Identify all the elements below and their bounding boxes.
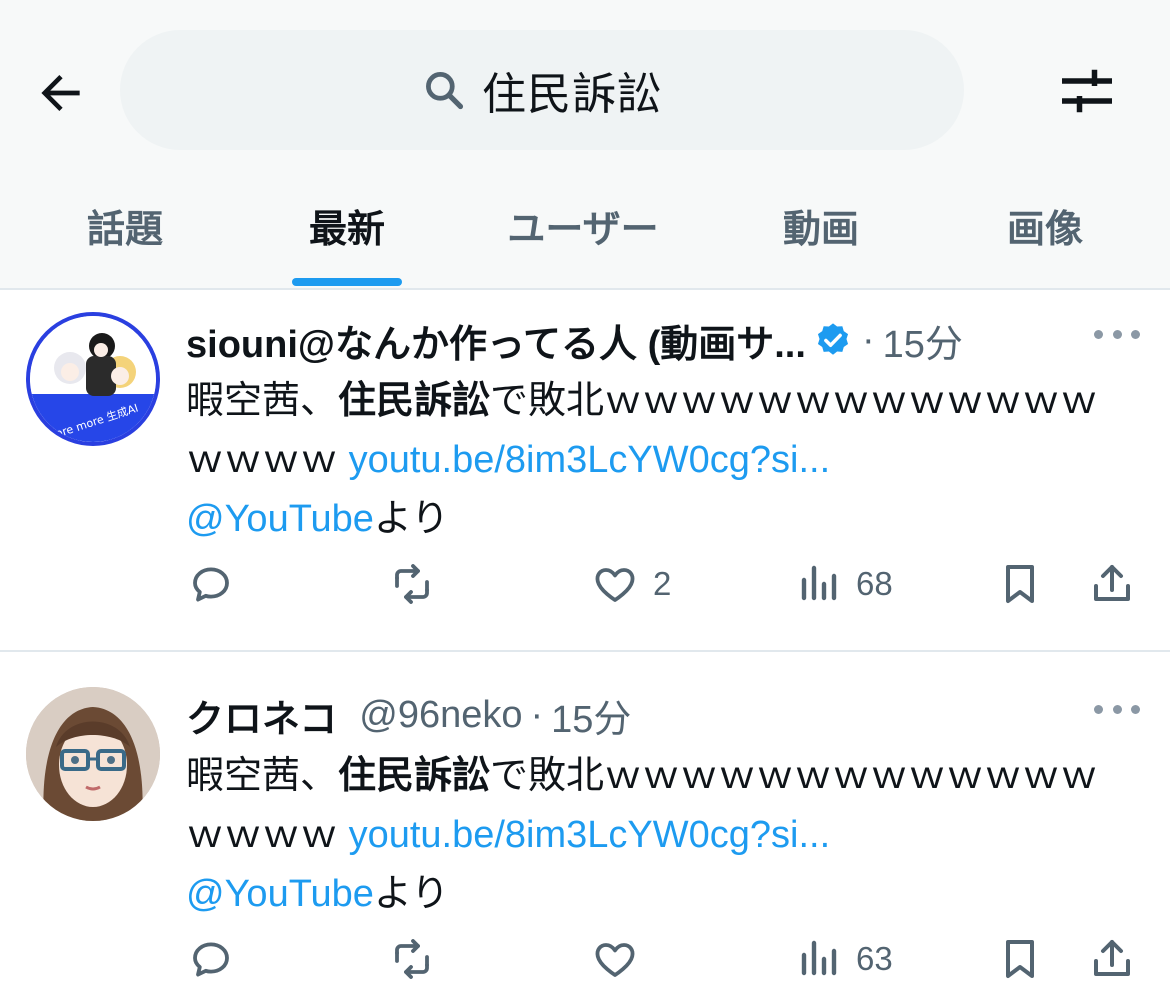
tab-users[interactable]: ユーザー <box>507 198 658 253</box>
reply-icon <box>193 942 229 977</box>
reply-button[interactable] <box>187 554 249 614</box>
bookmark-icon <box>1006 940 1034 978</box>
heart-icon <box>595 943 635 977</box>
search-icon <box>422 68 466 112</box>
share-icon <box>1094 940 1130 976</box>
tab-latest[interactable]: 最新 <box>309 198 385 253</box>
tweet-text-part: より <box>373 498 450 540</box>
tweet-text-part: より <box>373 873 450 915</box>
tweet[interactable]: more more 生成AI siouni@なんか作ってる人 (動画サ... ·… <box>0 292 1170 650</box>
more-options-icon[interactable] <box>1094 699 1140 719</box>
tab-trending[interactable]: 話題 <box>87 198 163 253</box>
tweet-divider <box>0 650 1170 652</box>
like-button[interactable]: 2 <box>591 554 671 614</box>
sliders-icon <box>1062 69 1112 113</box>
tweet-separator: · <box>861 318 875 361</box>
bookmark-button[interactable] <box>996 929 1044 989</box>
search-input[interactable]: 住民訴訟 <box>120 30 964 150</box>
bar-chart-icon <box>801 940 837 976</box>
view-count: 68 <box>856 565 893 602</box>
like-count: 2 <box>653 565 672 602</box>
highlighted-keyword: 住民訴訟 <box>338 755 491 797</box>
search-query: 住民訴訟 <box>482 70 662 119</box>
tweet-text-part: 暇空茜、 <box>186 755 339 797</box>
tweet-header: siouni@なんか作ってる人 (動画サ... · 15分 <box>186 312 1116 368</box>
retweet-icon <box>395 564 429 604</box>
mention-link[interactable]: @YouTube <box>186 498 374 540</box>
search-tabs: 話題 最新 ユーザー 動画 画像 <box>0 180 1170 290</box>
avatar-image <box>26 687 160 821</box>
back-button[interactable] <box>28 60 94 126</box>
display-name[interactable]: siouni@なんか作ってる人 (動画サ... <box>186 313 806 368</box>
retweet-icon <box>395 939 429 979</box>
header-divider <box>0 288 1170 290</box>
search-header: 住民訴訟 話題 最新 ユーザー 動画 画像 <box>0 0 1170 290</box>
tweet-text: 暇空茜、住民訴訟で敗北ｗｗｗｗｗｗｗｗｗｗｗｗｗｗｗｗｗ youtu.be/8i… <box>186 747 1126 924</box>
tweet-actions: 2 68 <box>0 554 1170 614</box>
tweet-actions: 63 <box>0 929 1170 989</box>
tweet-link[interactable]: youtu.be/8im3LcYW0cg?si... <box>349 814 831 856</box>
tweet-time[interactable]: 15分 <box>883 313 963 368</box>
bookmark-icon <box>1006 565 1034 603</box>
share-icon <box>1094 565 1130 601</box>
tweet-header: クロネコ @96neko · 15分 <box>186 687 1116 743</box>
reply-icon <box>193 567 229 602</box>
like-button[interactable] <box>591 929 653 989</box>
tweet-text-part: 暇空茜、 <box>186 380 339 422</box>
search-filter-button[interactable] <box>1052 56 1122 126</box>
tweet-text: 暇空茜、住民訴訟で敗北ｗｗｗｗｗｗｗｗｗｗｗｗｗｗｗｗｗ youtu.be/8i… <box>186 372 1126 549</box>
retweet-button[interactable] <box>388 929 450 989</box>
share-button[interactable] <box>1088 929 1136 989</box>
arrow-left-icon <box>41 75 80 111</box>
bookmark-button[interactable] <box>996 554 1044 614</box>
highlighted-keyword: 住民訴訟 <box>338 380 491 422</box>
display-name[interactable]: クロネコ <box>186 688 337 743</box>
avatar-image: more more 生成AI <box>30 316 156 442</box>
tweet-time[interactable]: 15分 <box>551 688 631 743</box>
verified-badge-icon <box>814 321 852 359</box>
tweet-separator: · <box>530 693 544 736</box>
active-tab-indicator <box>292 278 402 286</box>
views-button[interactable]: 63 <box>794 929 893 989</box>
mention-link[interactable]: @YouTube <box>186 873 374 915</box>
bar-chart-icon <box>801 565 837 601</box>
tab-videos[interactable]: 動画 <box>783 198 859 253</box>
heart-icon <box>595 568 635 602</box>
view-count: 63 <box>856 940 893 977</box>
tab-images[interactable]: 画像 <box>1007 198 1083 253</box>
tweet-link[interactable]: youtu.be/8im3LcYW0cg?si... <box>349 439 831 481</box>
avatar[interactable] <box>26 687 160 821</box>
tweet[interactable]: クロネコ @96neko · 15分 暇空茜、住民訴訟で敗北ｗｗｗｗｗｗｗｗｗｗ… <box>0 667 1170 990</box>
user-handle[interactable]: @96neko <box>359 694 522 737</box>
more-options-icon[interactable] <box>1094 324 1140 344</box>
retweet-button[interactable] <box>388 554 450 614</box>
reply-button[interactable] <box>187 929 249 989</box>
avatar[interactable]: more more 生成AI <box>26 312 160 446</box>
views-button[interactable]: 68 <box>794 554 893 614</box>
share-button[interactable] <box>1088 554 1136 614</box>
